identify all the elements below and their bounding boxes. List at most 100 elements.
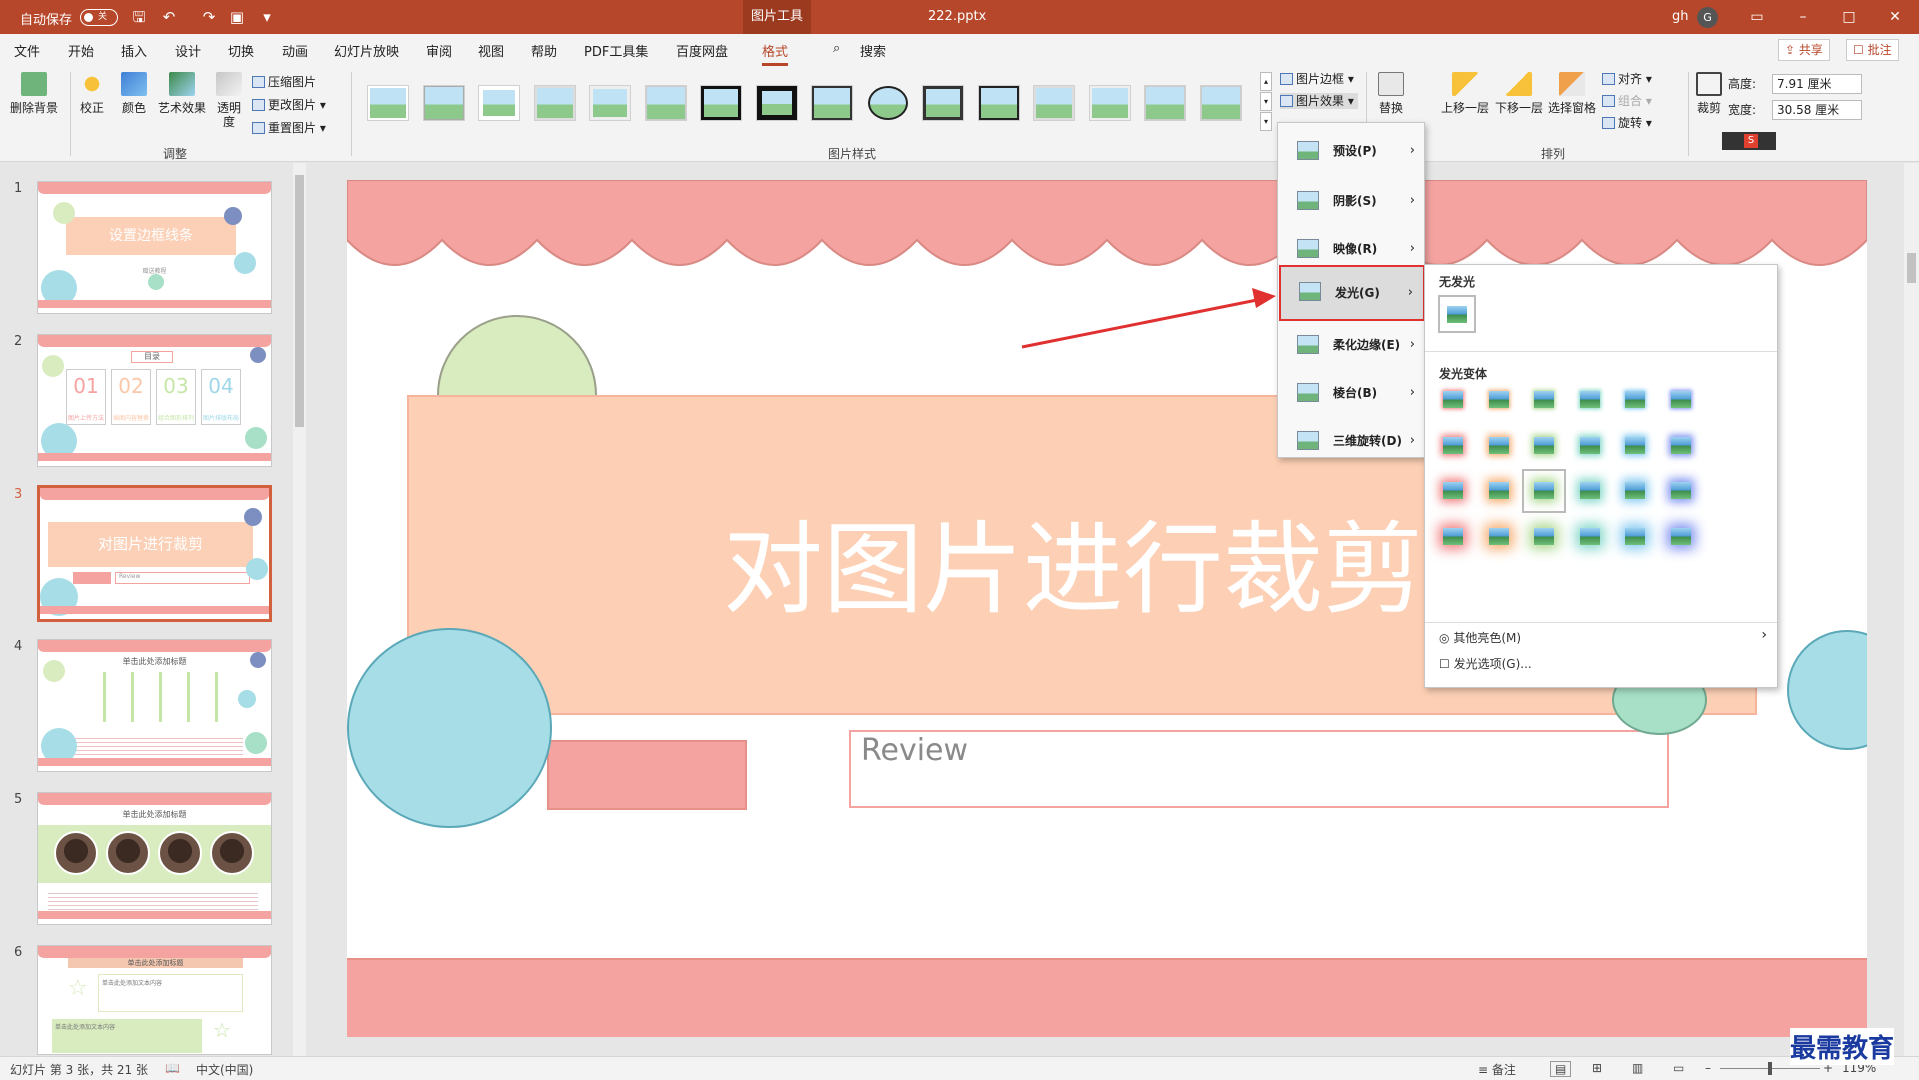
height-input[interactable]: 7.91 厘米 — [1772, 74, 1862, 94]
menu-item-soft-edges[interactable]: 柔化边缘(E) › — [1279, 323, 1425, 367]
menu-item-glow[interactable]: 发光(G) › — [1279, 265, 1425, 321]
gallery-up-icon[interactable]: ▴ — [1260, 72, 1272, 91]
tab-help[interactable]: 帮助 — [531, 41, 557, 60]
undo-icon[interactable]: ↶ — [158, 6, 180, 28]
group-button[interactable]: 组合 ▾ — [1602, 93, 1652, 109]
glow-options-item[interactable]: ☐ 发光选项(G)... — [1439, 655, 1532, 672]
tab-pdf-tools[interactable]: PDF工具集 — [584, 41, 648, 60]
glow-variant-option[interactable] — [1438, 385, 1468, 415]
crop-button[interactable]: 裁剪 — [1694, 72, 1724, 115]
comments-button[interactable]: ☐ 批注 — [1846, 39, 1899, 61]
glow-variant-option[interactable] — [1575, 385, 1605, 415]
tab-view[interactable]: 视图 — [478, 41, 504, 60]
tab-baidu-netdisk[interactable]: 百度网盘 — [676, 41, 728, 60]
glow-variant-option[interactable] — [1620, 476, 1650, 506]
selection-pane-button[interactable]: 选择窗格 — [1546, 72, 1598, 115]
glow-variant-option[interactable] — [1529, 385, 1559, 415]
glow-variant-option[interactable] — [1666, 431, 1696, 461]
glow-variant-option[interactable] — [1575, 431, 1605, 461]
picture-effects-button[interactable]: 图片效果 ▾ — [1280, 93, 1358, 109]
gallery-more-icon[interactable]: ▾ — [1260, 112, 1272, 131]
notes-button[interactable]: ≡ 备注 — [1478, 1061, 1516, 1078]
redo-icon[interactable]: ↷ — [198, 6, 220, 28]
slide-thumbnail-4[interactable]: 单击此处添加标题 — [37, 639, 272, 772]
picture-style-thumbnail[interactable] — [701, 86, 741, 120]
subtitle-box[interactable] — [849, 730, 1669, 808]
slide-thumbnail-2[interactable]: 目录 01 02 03 04 图片上传方法 插图内容替换 组合图形排列 图片排版… — [37, 334, 272, 467]
glow-variant-option[interactable] — [1484, 431, 1514, 461]
picture-style-thumbnail[interactable] — [978, 86, 1019, 120]
transparency-button[interactable]: 透明度 — [214, 72, 244, 129]
tab-file[interactable]: 文件 — [14, 41, 40, 60]
slide-thumbnail-3[interactable]: 对图片进行裁剪 Review — [37, 485, 272, 622]
more-glow-colors-item[interactable]: ◎ 其他亮色(M) — [1439, 629, 1521, 646]
tab-review[interactable]: 审阅 — [426, 41, 452, 60]
tab-design[interactable]: 设计 — [175, 41, 201, 60]
search-box[interactable]: 搜索 — [860, 41, 886, 60]
picture-style-thumbnail[interactable] — [923, 86, 963, 120]
present-icon[interactable]: ▣ — [226, 6, 248, 28]
picture-style-thumbnail[interactable] — [1089, 86, 1130, 120]
language-indicator[interactable]: 中文(中国) — [196, 1061, 253, 1078]
glow-variant-option[interactable] — [1529, 522, 1559, 552]
slide-thumbnail-1[interactable]: 设置边框线条 赠送教程 — [37, 181, 272, 314]
no-glow-option[interactable] — [1438, 295, 1476, 333]
glow-variant-option[interactable] — [1575, 476, 1605, 506]
ime-toolbar[interactable]: S — [1722, 132, 1776, 150]
picture-style-thumbnail[interactable] — [867, 86, 908, 120]
maximize-icon[interactable]: □ — [1826, 0, 1872, 34]
picture-style-thumbnail[interactable] — [590, 86, 630, 120]
picture-style-thumbnail[interactable] — [645, 86, 686, 120]
tab-format[interactable]: 格式 — [762, 41, 789, 66]
glow-variant-option[interactable] — [1666, 476, 1696, 506]
slide-thumbnail-6[interactable]: 单击此处添加标题 单击此处添加文本内容 单击此处添加文本内容 ☆ ☆ — [37, 945, 272, 1055]
tab-transitions[interactable]: 切换 — [228, 41, 254, 60]
tab-slideshow[interactable]: 幻灯片放映 — [334, 41, 399, 60]
menu-item-preset[interactable]: 预设(P) › — [1279, 129, 1425, 173]
compress-pictures-button[interactable]: 压缩图片 — [252, 74, 316, 90]
slide-thumbnail-5[interactable]: 单击此处添加标题 — [37, 792, 272, 925]
minimize-icon[interactable]: – — [1780, 0, 1826, 34]
picture-border-button[interactable]: 图片边框 ▾ — [1280, 71, 1354, 87]
color-button[interactable]: 颜色 — [118, 72, 150, 115]
glow-variant-option[interactable] — [1620, 385, 1650, 415]
tab-home[interactable]: 开始 — [68, 41, 94, 60]
thumbnail-scrollbar[interactable] — [293, 163, 306, 1056]
menu-item-3d-rotation[interactable]: 三维旋转(D) › — [1279, 419, 1425, 463]
customize-qat-icon[interactable]: ▾ — [256, 6, 278, 28]
reset-picture-button[interactable]: 重置图片 ▾ — [252, 120, 326, 136]
slide-subtitle[interactable]: Review — [861, 733, 968, 768]
normal-view-icon[interactable]: ▤ — [1550, 1061, 1572, 1077]
glow-variant-option[interactable] — [1620, 522, 1650, 552]
remove-background-button[interactable]: 删除背景 — [8, 72, 60, 115]
replace-button[interactable]: 替换 — [1376, 72, 1406, 115]
glow-variant-option[interactable] — [1484, 522, 1514, 552]
send-backward-button[interactable]: 下移一层 — [1494, 72, 1544, 115]
width-input[interactable]: 30.58 厘米 — [1772, 100, 1862, 120]
menu-item-bevel[interactable]: 棱台(B) › — [1279, 371, 1425, 415]
scrollbar-thumb[interactable] — [1907, 253, 1916, 283]
rotate-button[interactable]: 旋转 ▾ — [1602, 115, 1652, 131]
share-button[interactable]: ⇪ 共享 — [1778, 39, 1830, 61]
slide-sorter-icon[interactable]: ⊞ — [1592, 1061, 1602, 1075]
gallery-down-icon[interactable]: ▾ — [1260, 92, 1272, 111]
tab-animations[interactable]: 动画 — [282, 41, 308, 60]
corrections-button[interactable]: 校正 — [76, 72, 108, 115]
glow-variant-option[interactable] — [1522, 469, 1566, 513]
picture-style-thumbnail[interactable] — [812, 86, 852, 120]
picture-style-thumbnail[interactable] — [1034, 86, 1074, 120]
slideshow-icon[interactable]: ▭ — [1673, 1061, 1684, 1075]
glow-variant-option[interactable] — [1438, 476, 1468, 506]
avatar[interactable]: G — [1697, 7, 1718, 28]
glow-variant-option[interactable] — [1438, 431, 1468, 461]
tab-insert[interactable]: 插入 — [121, 41, 147, 60]
picture-style-thumbnail[interactable] — [423, 86, 464, 120]
bring-forward-button[interactable]: 上移一层 — [1440, 72, 1490, 115]
search-icon[interactable]: ⌕ — [833, 41, 840, 56]
glow-variant-option[interactable] — [1575, 522, 1605, 552]
editor-scrollbar[interactable] — [1904, 163, 1919, 1056]
picture-style-thumbnail[interactable] — [479, 86, 519, 120]
glow-variant-option[interactable] — [1529, 431, 1559, 461]
glow-variant-option[interactable] — [1666, 522, 1696, 552]
picture-style-thumbnail[interactable] — [1200, 86, 1241, 120]
